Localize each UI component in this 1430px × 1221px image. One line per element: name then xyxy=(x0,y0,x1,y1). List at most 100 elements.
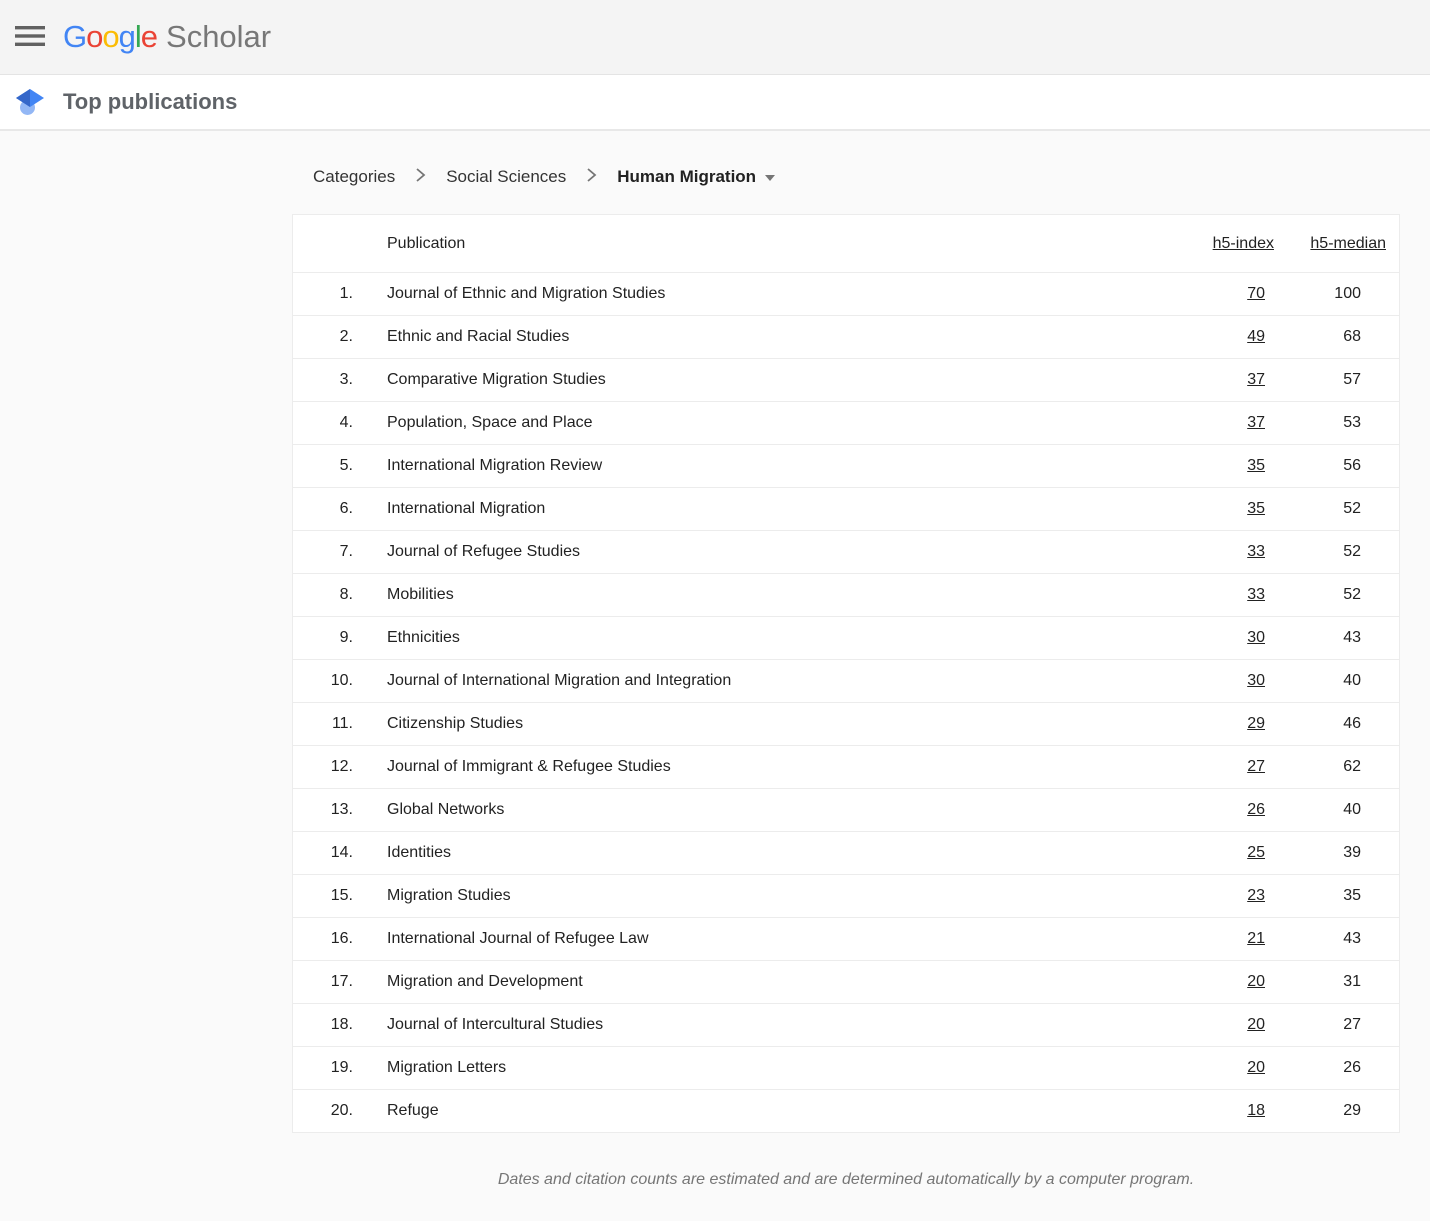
table-row: 9. Ethnicities 30 43 xyxy=(293,616,1399,659)
h5-index-column-header[interactable]: h5-index xyxy=(1213,235,1274,252)
breadcrumb-current-label: Human Migration xyxy=(617,167,756,187)
publication-column-header: Publication xyxy=(353,235,1139,253)
page-title: Top publications xyxy=(63,89,237,115)
row-publication-name: Global Networks xyxy=(353,801,1139,819)
row-publication-name: International Journal of Refugee Law xyxy=(353,930,1139,948)
table-row: 13. Global Networks 26 40 xyxy=(293,788,1399,831)
row-rank: 11. xyxy=(293,715,353,733)
page-header: Top publications xyxy=(0,75,1430,131)
row-rank: 18. xyxy=(293,1016,353,1034)
row-h5-median-value: 39 xyxy=(1343,844,1361,861)
row-h5-median-value: 53 xyxy=(1343,414,1361,431)
row-h5-index-link[interactable]: 21 xyxy=(1247,930,1265,947)
row-h5-median-value: 43 xyxy=(1343,930,1361,947)
chevron-right-icon xyxy=(415,167,426,187)
row-h5-median-value: 62 xyxy=(1343,758,1361,775)
table-row: 14. Identities 25 39 xyxy=(293,831,1399,874)
table-row: 4. Population, Space and Place 37 53 xyxy=(293,401,1399,444)
row-rank: 12. xyxy=(293,758,353,776)
table-header-row: Publication h5-index h5-median xyxy=(293,215,1399,272)
row-publication-name: Journal of Intercultural Studies xyxy=(353,1016,1139,1034)
row-h5-index-link[interactable]: 25 xyxy=(1247,844,1265,861)
table-row: 18. Journal of Intercultural Studies 20 … xyxy=(293,1003,1399,1046)
row-publication-name: Journal of Refugee Studies xyxy=(353,543,1139,561)
row-publication-name: Migration Studies xyxy=(353,887,1139,905)
row-h5-index-link[interactable]: 49 xyxy=(1247,328,1265,345)
row-h5-median-value: 57 xyxy=(1343,371,1361,388)
table-row: 17. Migration and Development 20 31 xyxy=(293,960,1399,1003)
row-h5-median-value: 56 xyxy=(1343,457,1361,474)
row-h5-index-link[interactable]: 33 xyxy=(1247,586,1265,603)
main-content: Categories Social Sciences Human Migrati… xyxy=(0,167,1400,1189)
row-h5-index-link[interactable]: 20 xyxy=(1247,1059,1265,1076)
row-h5-index-link[interactable]: 30 xyxy=(1247,672,1265,689)
table-row: 2. Ethnic and Racial Studies 49 68 xyxy=(293,315,1399,358)
row-h5-index-link[interactable]: 18 xyxy=(1247,1102,1265,1119)
row-h5-median-value: 43 xyxy=(1343,629,1361,646)
row-h5-median-value: 35 xyxy=(1343,887,1361,904)
logo-letter: o xyxy=(86,19,102,54)
breadcrumb-current-category[interactable]: Human Migration xyxy=(617,167,775,187)
hamburger-icon xyxy=(15,25,45,50)
table-row: 3. Comparative Migration Studies 37 57 xyxy=(293,358,1399,401)
row-rank: 17. xyxy=(293,973,353,991)
row-publication-name: Journal of Ethnic and Migration Studies xyxy=(353,285,1139,303)
row-h5-median-value: 40 xyxy=(1343,672,1361,689)
row-h5-index-link[interactable]: 35 xyxy=(1247,500,1265,517)
row-publication-name: Population, Space and Place xyxy=(353,414,1139,432)
logo-letter: o xyxy=(102,19,118,54)
breadcrumb: Categories Social Sciences Human Migrati… xyxy=(313,167,1400,187)
row-publication-name: Migration Letters xyxy=(353,1059,1139,1077)
row-h5-index-link[interactable]: 37 xyxy=(1247,414,1265,431)
row-h5-index-link[interactable]: 70 xyxy=(1247,285,1265,302)
row-h5-median-value: 52 xyxy=(1343,543,1361,560)
row-h5-median-value: 46 xyxy=(1343,715,1361,732)
row-rank: 4. xyxy=(293,414,353,432)
row-h5-index-link[interactable]: 20 xyxy=(1247,973,1265,990)
row-h5-index-link[interactable]: 29 xyxy=(1247,715,1265,732)
table-row: 1. Journal of Ethnic and Migration Studi… xyxy=(293,272,1399,315)
row-h5-index-link[interactable]: 27 xyxy=(1247,758,1265,775)
row-rank: 9. xyxy=(293,629,353,647)
row-rank: 19. xyxy=(293,1059,353,1077)
row-publication-name: Ethnicities xyxy=(353,629,1139,647)
table-body: 1. Journal of Ethnic and Migration Studi… xyxy=(293,272,1399,1132)
table-row: 16. International Journal of Refugee Law… xyxy=(293,917,1399,960)
row-h5-median-value: 26 xyxy=(1343,1059,1361,1076)
row-publication-name: Ethnic and Racial Studies xyxy=(353,328,1139,346)
google-scholar-logo[interactable]: Google Scholar xyxy=(63,19,271,55)
table-row: 19. Migration Letters 20 26 xyxy=(293,1046,1399,1089)
row-publication-name: Identities xyxy=(353,844,1139,862)
logo-letter: e xyxy=(141,19,157,54)
row-h5-median-value: 29 xyxy=(1343,1102,1361,1119)
table-row: 11. Citizenship Studies 29 46 xyxy=(293,702,1399,745)
row-h5-index-link[interactable]: 26 xyxy=(1247,801,1265,818)
row-rank: 10. xyxy=(293,672,353,690)
row-h5-median-value: 52 xyxy=(1343,500,1361,517)
row-h5-index-link[interactable]: 37 xyxy=(1247,371,1265,388)
row-publication-name: Mobilities xyxy=(353,586,1139,604)
logo-letter: G xyxy=(63,19,86,54)
h5-median-column-header[interactable]: h5-median xyxy=(1310,235,1386,252)
row-h5-index-link[interactable]: 20 xyxy=(1247,1016,1265,1033)
table-row: 10. Journal of International Migration a… xyxy=(293,659,1399,702)
breadcrumb-social-sciences[interactable]: Social Sciences xyxy=(446,167,566,187)
row-h5-index-link[interactable]: 33 xyxy=(1247,543,1265,560)
row-rank: 6. xyxy=(293,500,353,518)
breadcrumb-categories[interactable]: Categories xyxy=(313,167,395,187)
row-rank: 13. xyxy=(293,801,353,819)
row-rank: 3. xyxy=(293,371,353,389)
row-rank: 14. xyxy=(293,844,353,862)
row-h5-index-link[interactable]: 35 xyxy=(1247,457,1265,474)
disclaimer-note: Dates and citation counts are estimated … xyxy=(292,1171,1400,1189)
row-h5-index-link[interactable]: 30 xyxy=(1247,629,1265,646)
table-row: 5. International Migration Review 35 56 xyxy=(293,444,1399,487)
caret-down-icon xyxy=(765,175,775,181)
row-publication-name: Comparative Migration Studies xyxy=(353,371,1139,389)
menu-button[interactable] xyxy=(6,13,54,61)
scholar-cap-icon xyxy=(6,88,54,116)
row-h5-index-link[interactable]: 23 xyxy=(1247,887,1265,904)
row-rank: 2. xyxy=(293,328,353,346)
table-row: 20. Refuge 18 29 xyxy=(293,1089,1399,1132)
row-publication-name: Journal of Immigrant & Refugee Studies xyxy=(353,758,1139,776)
